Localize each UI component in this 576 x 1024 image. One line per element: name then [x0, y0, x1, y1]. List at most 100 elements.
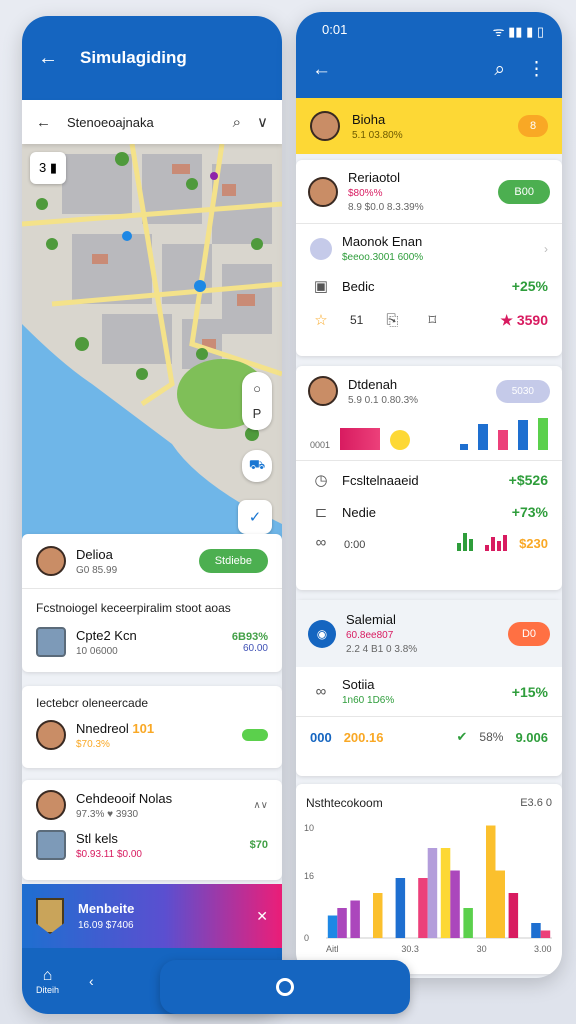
map-pin[interactable] [194, 280, 206, 292]
activity-badge[interactable]: 5030 [495, 379, 550, 403]
chart-bar [463, 908, 473, 938]
toggle-switch[interactable] [242, 729, 268, 741]
star-icon: ★ [500, 311, 513, 328]
y-tick-label: 16 [304, 871, 314, 881]
summary-name: Delioa [76, 546, 113, 562]
avatar [36, 546, 66, 576]
summary-action-button[interactable]: Stdiebe [198, 549, 268, 573]
item-label: 0:00 [344, 539, 366, 551]
x-tick-label: 30.3 [401, 944, 419, 954]
item-value: 9.006 [515, 729, 548, 745]
list-item[interactable]: ∞ 0:00 $230 [296, 525, 562, 559]
search-icon[interactable]: ⌕ [233, 114, 241, 131]
highlight-badge[interactable]: 8 [518, 115, 548, 137]
item-sub: 97.3% ♥ 3930 [76, 808, 139, 820]
mini-bar [478, 424, 488, 450]
search-icon[interactable]: ⌕ [494, 59, 505, 81]
summary-card: Delioa G0 85.99 Stdiebe Fcstnoiogel kece… [22, 534, 282, 672]
map-layers-button[interactable]: 3 ▮ [30, 152, 66, 184]
avatar [36, 720, 66, 750]
list-card: Cehdeooif Nolas 97.3% ♥ 3930 ∧∨ Stl kels… [22, 780, 282, 880]
chart-bar [350, 900, 360, 938]
floating-nav-bar[interactable] [160, 960, 410, 1014]
list-item[interactable]: Maonok Enan $eeoo.3001 600% › [296, 224, 562, 273]
close-icon[interactable]: ✕ [256, 908, 268, 925]
list-item[interactable]: ◷ Fcsltelnaaeid +$526 [296, 461, 562, 499]
chart-bar [418, 878, 428, 938]
section-title: Fcstnoiogel keceerpiralim stoot aoas [36, 601, 231, 615]
home-button-icon[interactable] [276, 978, 294, 996]
back-arrow-icon[interactable]: ← [312, 59, 331, 81]
summary-action-button[interactable]: D0 [507, 621, 550, 646]
mini-bars-green [457, 533, 474, 551]
list-item[interactable]: 000 200.16 ✔ 58% 9.006 [296, 717, 562, 757]
map-pin[interactable] [210, 172, 218, 180]
item-value: +73% [511, 504, 548, 520]
mini-bar-block [340, 428, 381, 450]
chart-bar [337, 908, 347, 938]
zoom-out-icon[interactable]: P [253, 406, 262, 421]
highlight-row[interactable]: Bioha 5.1 03.80% 8 [296, 98, 562, 154]
avatar [36, 790, 66, 820]
back-arrow-icon[interactable]: ← [38, 47, 58, 70]
mini-bars-red [485, 535, 508, 551]
search-input[interactable]: Stenoeoajnaka [67, 115, 217, 130]
bar-chart-svg: 10 16 0 Aitl 30.3 30 3.00 [304, 823, 552, 954]
left-app-bar: ← Simulagiding [22, 16, 282, 100]
promo-banner[interactable]: Menbeite 16.09 $7406 ✕ [22, 884, 282, 948]
item-pct: 58% [479, 730, 504, 744]
nav-home[interactable]: ⌂ Diteih [36, 967, 59, 995]
list-item[interactable]: Cehdeooif Nolas 97.3% ♥ 3930 ∧∨ [22, 780, 282, 826]
my-location-button[interactable]: ✓ [238, 500, 272, 534]
list-item[interactable]: ∞ Sotiia 1n60 1D6% +15% [296, 667, 562, 716]
list-item[interactable]: ⊏ Nedie +73% [296, 499, 562, 525]
summary-name: Salemial [346, 612, 396, 627]
item-name: Nedie [342, 504, 376, 520]
list-item[interactable]: Nnedreol 101 $70.3% [22, 710, 282, 760]
map-search-bar[interactable]: ← Stenoeoajnaka ⌕ ∨ [22, 100, 282, 144]
chart-right-label: E3.6 0 [520, 797, 552, 809]
more-vert-icon[interactable]: ⋮ [527, 58, 546, 81]
left-phone: ← Simulagiding ← Stenoeoajnaka ⌕ ∨ 3 ▮ ○… [22, 16, 282, 1014]
map-zoom-controls[interactable]: ○ P [242, 372, 272, 430]
item-mid: 200.16 [343, 729, 384, 745]
item-sub: $eeoo.3001 600% [342, 252, 424, 263]
item-name: Cpte2 Kcn [76, 627, 137, 643]
chevron-right-icon[interactable]: › [544, 242, 548, 256]
list-item[interactable]: Stl kels $0.93.11 $0.00 $70 [22, 826, 282, 864]
check-icon: ✔ [456, 729, 468, 744]
stats-card: Reriaotol $80%% 8.9 $0.0 8.3.39% B00 Mao… [296, 160, 562, 356]
nav-back-icon[interactable]: ‹ [89, 973, 94, 989]
bookmark-icon[interactable]: ⌑ [421, 311, 443, 329]
chart-bar [327, 915, 338, 938]
activity-name: Dtdenah [348, 376, 398, 392]
map-view[interactable]: 3 ▮ ○ P ⛟ ✓ [22, 144, 282, 554]
chart-bar [540, 930, 551, 938]
list-item[interactable]: Cpte2 Kcn 10 06000 6B93% 60.00 [22, 615, 282, 669]
share-icon[interactable]: ⎘ [381, 312, 403, 329]
item-name: Maonok Enan [342, 234, 423, 249]
activity-header: Dtdenah 5.9 0.1 0.80.3% 5030 [296, 366, 562, 406]
summary-sub: 60.8ee807 [346, 630, 394, 641]
back-arrow-icon[interactable]: ← [36, 114, 51, 131]
item-name: Bedic [342, 278, 375, 294]
chart-bar [495, 870, 505, 938]
activity-card: Dtdenah 5.9 0.1 0.80.3% 5030 0001 ◷ Fcsl… [296, 366, 562, 590]
camera-icon: ◷ [314, 472, 328, 489]
chart-bar [508, 893, 519, 938]
highlight-name: Bioha [352, 111, 386, 127]
chevron-down-icon[interactable]: ∨ [257, 113, 268, 131]
right-header: 0:01 ᯤ ▮▮ ▮ ▯ ← ⌕ ⋮ Bioha 5.1 03.80% 8 [296, 12, 562, 154]
map-transport-button[interactable]: ⛟ [242, 450, 272, 482]
zoom-in-icon[interactable]: ○ [253, 381, 261, 396]
avatar [308, 376, 338, 406]
list-item[interactable]: ▣ Bedic +25% [296, 273, 562, 299]
chevron-icon[interactable]: ∧∨ [253, 800, 268, 811]
stats-action-button[interactable]: B00 [498, 179, 550, 204]
section-card: Iectebcr oleneercade Nnedreol 101 $70.3% [22, 686, 282, 768]
avatar [308, 176, 338, 207]
star-outline-icon[interactable]: ☆ [310, 311, 332, 329]
shield-badge-icon [36, 898, 64, 934]
item-sub: $0.93.11 $0.00 [76, 848, 142, 860]
map-pin[interactable] [122, 231, 132, 241]
